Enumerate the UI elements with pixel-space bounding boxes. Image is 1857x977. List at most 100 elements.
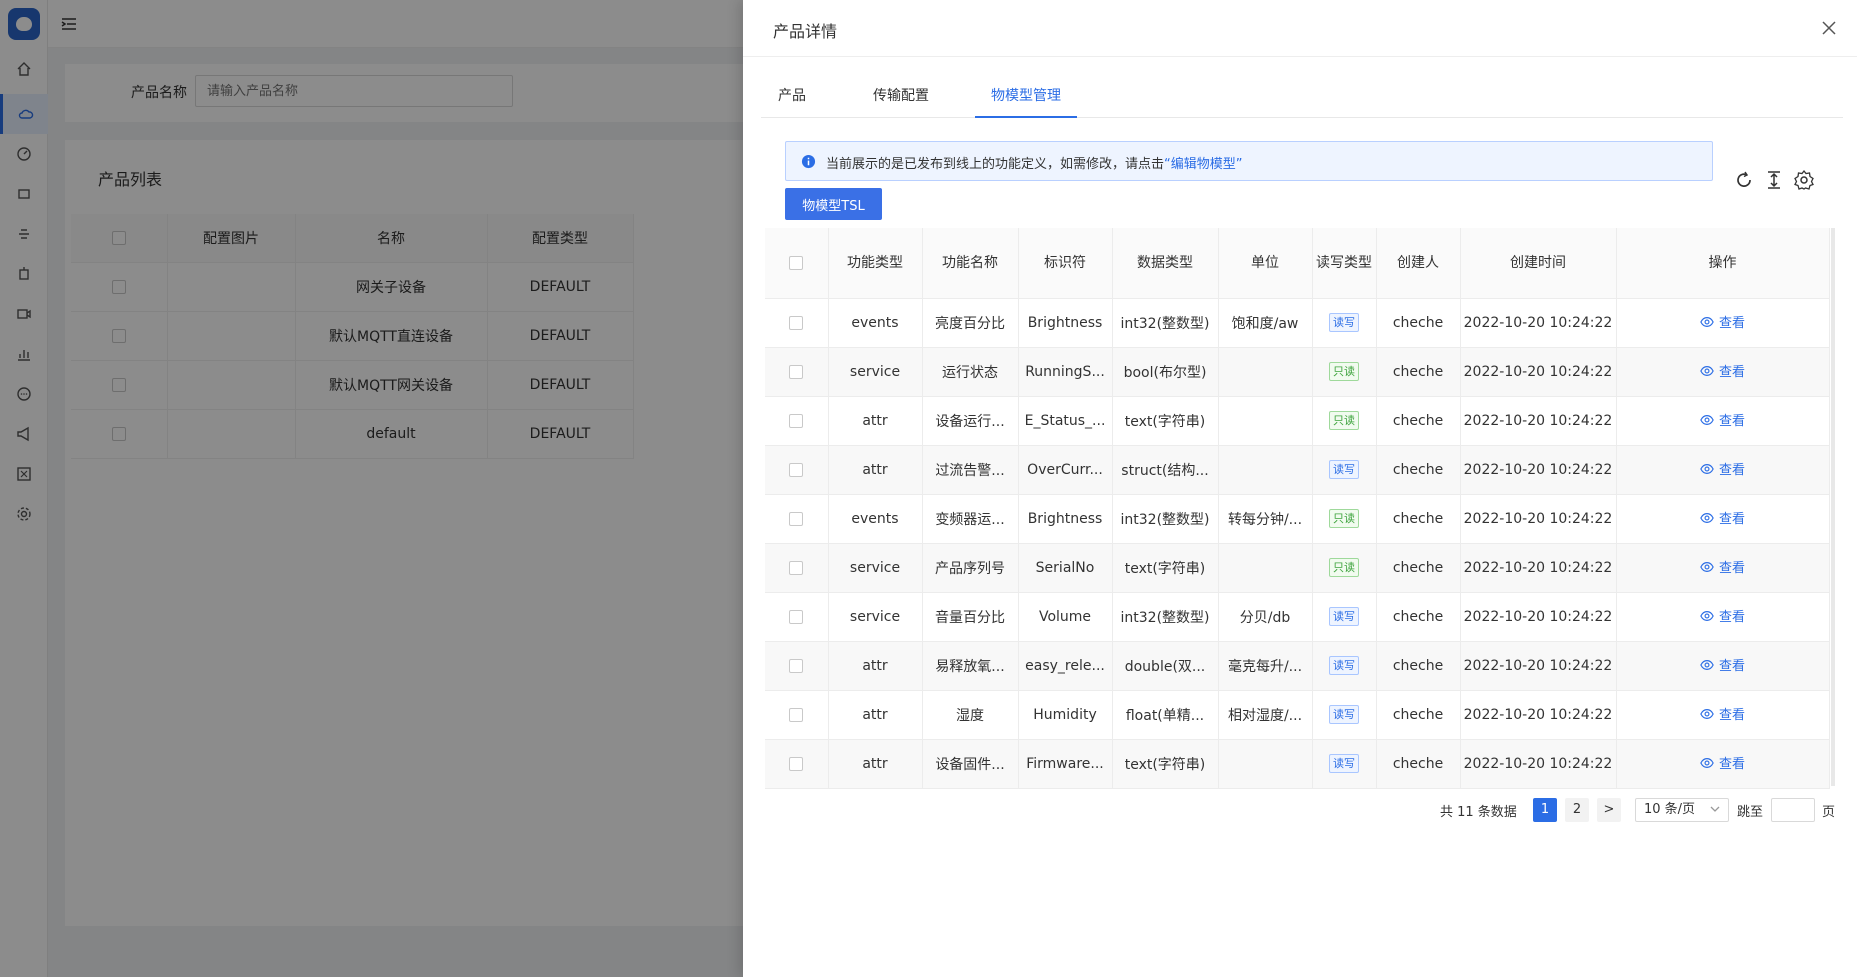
function-type-cell: service [828,592,923,642]
row-checkbox[interactable] [789,364,804,379]
rw-type-cell: 读写 [1312,298,1377,348]
table-row[interactable]: service 音量百分比 Volume int32(整数型) 分贝/db 读写 chech… [765,592,1830,642]
view-link[interactable]: 查看 [1700,410,1745,429]
rw-type-tag: 读写 [1329,313,1359,332]
settings-icon[interactable] [1793,169,1815,191]
created-time-cell: 2022-10-20 10:24:22 [1460,445,1617,495]
view-link[interactable]: 查看 [1700,459,1745,478]
row-checkbox[interactable] [789,609,804,624]
pagination-total: 共 11 条数据 [1440,805,1517,820]
action-cell: 查看 [1616,690,1830,740]
view-link-label: 查看 [1718,365,1745,381]
table-row[interactable]: attr 过流告警... OverCurr... struct(结构... 读写 chec… [765,445,1830,495]
row-checkbox[interactable] [789,756,804,771]
tab-thing-model[interactable]: 物模型管理 [975,74,1077,118]
identifier-cell: Volume [1018,592,1113,642]
column-header: 功能类型 [828,228,923,299]
checkbox-cell[interactable] [765,347,829,397]
tab-transport-config[interactable]: 传输配置 [857,74,945,118]
identifier-cell: Brightness [1018,494,1113,544]
function-type-cell: events [828,298,923,348]
table-row[interactable]: attr 设备固件... Firmware... text(字符串) 读写 cheche 2… [765,739,1830,789]
row-checkbox[interactable] [789,658,804,673]
thing-model-tsl-button[interactable]: 物模型TSL [785,188,882,220]
row-checkbox[interactable] [789,462,804,477]
column-header: 操作 [1616,228,1830,299]
view-link[interactable]: 查看 [1700,753,1745,772]
table-row[interactable]: events 亮度百分比 Brightness int32(整数型) 饱和度/aw 读写 c… [765,298,1830,348]
table-row[interactable]: attr 湿度 Humidity float(单精... 相对湿度/... 读写 chech… [765,690,1830,740]
header-checkbox-cell[interactable] [765,228,829,299]
view-link-label: 查看 [1718,610,1745,626]
page-suffix: 页 [1822,805,1836,820]
page-button-2[interactable]: 2 [1565,798,1589,822]
row-checkbox[interactable] [789,707,804,722]
view-link[interactable]: 查看 [1700,312,1745,331]
created-time-cell: 2022-10-20 10:24:22 [1460,739,1617,789]
eye-icon [1700,659,1714,670]
view-link[interactable]: 查看 [1700,606,1745,625]
view-link-label: 查看 [1718,463,1745,479]
eye-icon [1700,708,1714,719]
table-row[interactable]: events 变频器运... Brightness int32(整数型) 转每分钟/..… [765,494,1830,544]
table-row[interactable]: attr 易释放氧... easy_rele... double(双... 毫克每升/.… [765,641,1830,691]
thing-model-table: 功能类型 功能名称 标识符 数据类型 单位 读写类型 创建人 创建时间 操作 e… [765,228,1830,789]
function-type-cell: attr [828,641,923,691]
rw-type-cell: 只读 [1312,543,1377,593]
checkbox-cell[interactable] [765,494,829,544]
checkbox-cell[interactable] [765,396,829,446]
view-link[interactable]: 查看 [1700,508,1745,527]
checkbox-cell[interactable] [765,445,829,495]
created-time-cell: 2022-10-20 10:24:22 [1460,298,1617,348]
checkbox-cell[interactable] [765,641,829,691]
column-header: 数据类型 [1112,228,1219,299]
creator-cell: cheche [1376,347,1461,397]
table-row[interactable]: service 运行状态 RunningS... bool(布尔型) 只读 cheche 2… [765,347,1830,397]
view-link-label: 查看 [1718,316,1745,332]
rw-type-cell: 只读 [1312,347,1377,397]
product-detail-drawer: 产品详情 产品 传输配置 物模型管理 当前展示的是已发布到线上的功能定义，如需修… [743,0,1857,977]
row-checkbox[interactable] [789,560,804,575]
rw-type-cell: 读写 [1312,445,1377,495]
row-checkbox[interactable] [789,315,804,330]
eye-icon [1700,610,1714,621]
action-cell: 查看 [1616,641,1830,691]
unit-cell: 饱和度/aw [1218,298,1313,348]
checkbox-cell[interactable] [765,739,829,789]
jump-page-input[interactable] [1771,798,1815,822]
rw-type-cell: 读写 [1312,690,1377,740]
table-row[interactable]: service 产品序列号 SerialNo text(字符串) 只读 cheche 202… [765,543,1830,593]
refresh-icon[interactable] [1733,169,1755,191]
page-button-1[interactable]: 1 [1533,798,1557,822]
data-type-cell: struct(结构... [1112,445,1219,495]
table-row[interactable]: attr 设备运行... E_Status_... text(字符串) 只读 cheche… [765,396,1830,446]
column-header: 创建人 [1376,228,1461,299]
function-name-cell: 设备固件... [922,739,1019,789]
info-alert: 当前展示的是已发布到线上的功能定义，如需修改，请点击“编辑物模型” [785,141,1713,181]
column-height-icon[interactable] [1763,169,1785,191]
view-link[interactable]: 查看 [1700,361,1745,380]
row-checkbox[interactable] [789,511,804,526]
close-icon[interactable] [1819,18,1839,38]
checkbox-cell[interactable] [765,690,829,740]
column-header: 读写类型 [1312,228,1377,299]
view-link[interactable]: 查看 [1700,655,1745,674]
page-size-select[interactable]: 10 条/页 [1635,798,1729,822]
checkbox-cell[interactable] [765,592,829,642]
data-type-cell: bool(布尔型) [1112,347,1219,397]
next-page-button[interactable]: > [1597,798,1621,822]
view-link[interactable]: 查看 [1700,557,1745,576]
tab-product[interactable]: 产品 [761,74,823,118]
checkbox-cell[interactable] [765,298,829,348]
select-all-checkbox[interactable] [789,255,804,270]
function-type-cell: service [828,347,923,397]
table-scrollbar[interactable] [1831,228,1835,786]
view-link[interactable]: 查看 [1700,704,1745,723]
row-checkbox[interactable] [789,413,804,428]
function-type-cell: attr [828,445,923,495]
checkbox-cell[interactable] [765,543,829,593]
data-type-cell: double(双... [1112,641,1219,691]
edit-thing-model-link[interactable]: “编辑物模型” [1164,157,1242,172]
rw-type-tag: 读写 [1329,460,1359,479]
eye-icon [1700,414,1714,425]
